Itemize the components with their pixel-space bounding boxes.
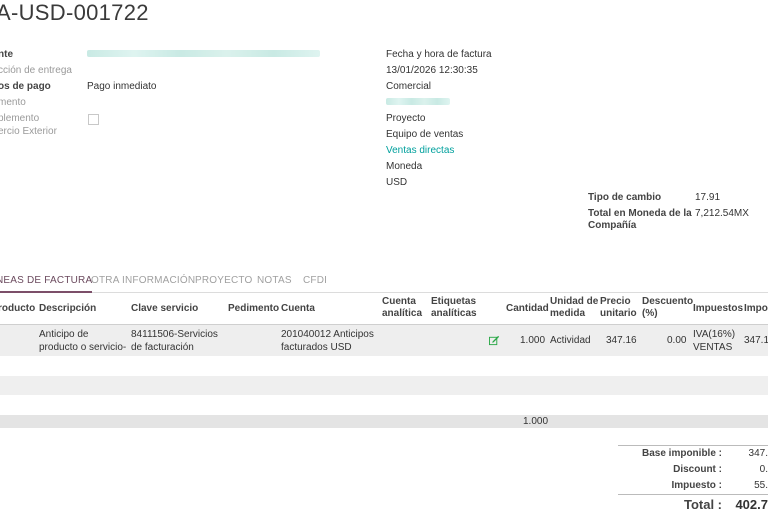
project-label: Proyecto: [386, 113, 426, 124]
tax-value: 55.: [754, 480, 768, 491]
discount-value: 0.: [759, 464, 768, 475]
footer-quantity: 1.000: [523, 416, 549, 427]
col-amount[interactable]: Impor: [744, 303, 768, 315]
client-label: nte: [0, 49, 13, 60]
col-account[interactable]: Cuenta: [281, 303, 315, 315]
delivery-address-label: cción de entrega: [0, 65, 72, 76]
totals-divider-top: [618, 445, 768, 446]
payment-terms-label: os de pago: [0, 81, 51, 92]
row-taxes: IVA(16%): [693, 329, 736, 340]
col-analytic-account[interactable]: Cuenta: [382, 296, 416, 308]
table-row[interactable]: Anticipo de producto o servicio- 8411150…: [0, 325, 768, 357]
payment-terms-value[interactable]: Pago inmediato: [87, 81, 157, 92]
row-taxes-2: VENTAS: [693, 342, 733, 353]
empty-row: [0, 395, 768, 415]
complement-label-2: ercio Exterior: [0, 126, 57, 137]
empty-row: [0, 356, 768, 376]
sales-team-label: Equipo de ventas: [386, 129, 464, 140]
total-label: Total :: [683, 497, 722, 512]
company-total-label: Total en Moneda de la: [588, 208, 692, 219]
notebook-tabs: NEAS DE FACTURA OTRA INFORMACIÓN PROYECT…: [0, 270, 768, 293]
document-label: mento: [0, 97, 26, 108]
row-service-key: 84111506-Servicios: [131, 329, 218, 340]
empty-row: [0, 376, 768, 395]
row-account: 201040012 Anticipos: [281, 329, 374, 340]
base-value: 347.: [748, 448, 768, 459]
col-pedimento[interactable]: Pedimento: [228, 303, 279, 315]
currency-value[interactable]: USD: [386, 177, 407, 188]
col-uom[interactable]: Unidad de: [550, 296, 598, 308]
client-value-redacted[interactable]: [87, 50, 320, 57]
col-description[interactable]: Descripción: [39, 303, 96, 315]
row-uom: Actividad: [550, 335, 591, 346]
col-product[interactable]: roducto: [0, 303, 35, 315]
col-discount[interactable]: Descuento: [642, 296, 693, 308]
col-service-key[interactable]: Clave servicio: [131, 303, 198, 315]
discount-label: Discount :: [673, 464, 722, 475]
invoice-datetime-value[interactable]: 13/01/2026 12:30:35: [386, 65, 478, 76]
tab-other-info[interactable]: OTRA INFORMACIÓN: [91, 275, 195, 286]
col-analytic-tags-2: analíticas: [431, 308, 477, 319]
row-description-2: producto o servicio-: [39, 342, 127, 353]
currency-label: Moneda: [386, 161, 423, 172]
edit-icon[interactable]: [489, 335, 500, 349]
table-footer: 1.000: [0, 415, 768, 428]
salesperson-value-redacted[interactable]: [386, 98, 450, 105]
company-total-value: 7,212.54MX: [695, 208, 749, 219]
totals-divider: [618, 494, 768, 495]
base-label: Base imponible :: [641, 448, 722, 459]
complement-checkbox[interactable]: [88, 114, 99, 125]
complement-label: plemento: [0, 113, 40, 124]
table-header: roducto Descripción Clave servicio Pedim…: [0, 291, 768, 325]
company-total-label-2: Compañía: [588, 220, 637, 231]
col-taxes[interactable]: Impuestos: [693, 303, 743, 315]
row-description: Anticipo de: [39, 329, 89, 340]
invoice-number: A-USD-001722: [0, 0, 149, 25]
row-amount: 347.1: [744, 335, 768, 346]
row-quantity: 1.000: [520, 335, 546, 346]
sales-team-value[interactable]: Ventas directas: [386, 145, 454, 156]
col-discount-2: (%): [642, 308, 658, 319]
row-service-key-2: de facturación: [131, 342, 194, 353]
salesperson-label: Comercial: [386, 81, 432, 92]
col-unit-price[interactable]: Precio: [600, 296, 631, 308]
col-analytic-account-2: analítica: [382, 308, 423, 319]
tab-notes[interactable]: NOTAS: [257, 275, 292, 286]
tab-cfdi[interactable]: CFDI: [303, 275, 327, 286]
invoice-datetime-label: Fecha y hora de factura: [386, 49, 492, 60]
exchange-rate-value: 17.91: [695, 192, 721, 203]
col-uom-2: medida: [550, 308, 586, 319]
row-discount: 0.00: [667, 335, 687, 346]
col-analytic-tags[interactable]: Etiquetas: [431, 296, 476, 308]
tax-label: Impuesto :: [671, 480, 722, 491]
col-unit-price-2: unitario: [600, 308, 637, 319]
total-value: 402.7: [735, 497, 768, 512]
exchange-rate-label: Tipo de cambio: [588, 192, 662, 203]
col-quantity[interactable]: Cantidad: [506, 303, 549, 315]
row-account-2: facturados USD: [281, 342, 352, 353]
row-unit-price: 347.16: [606, 335, 637, 346]
tab-project[interactable]: PROYECTO: [195, 275, 253, 286]
